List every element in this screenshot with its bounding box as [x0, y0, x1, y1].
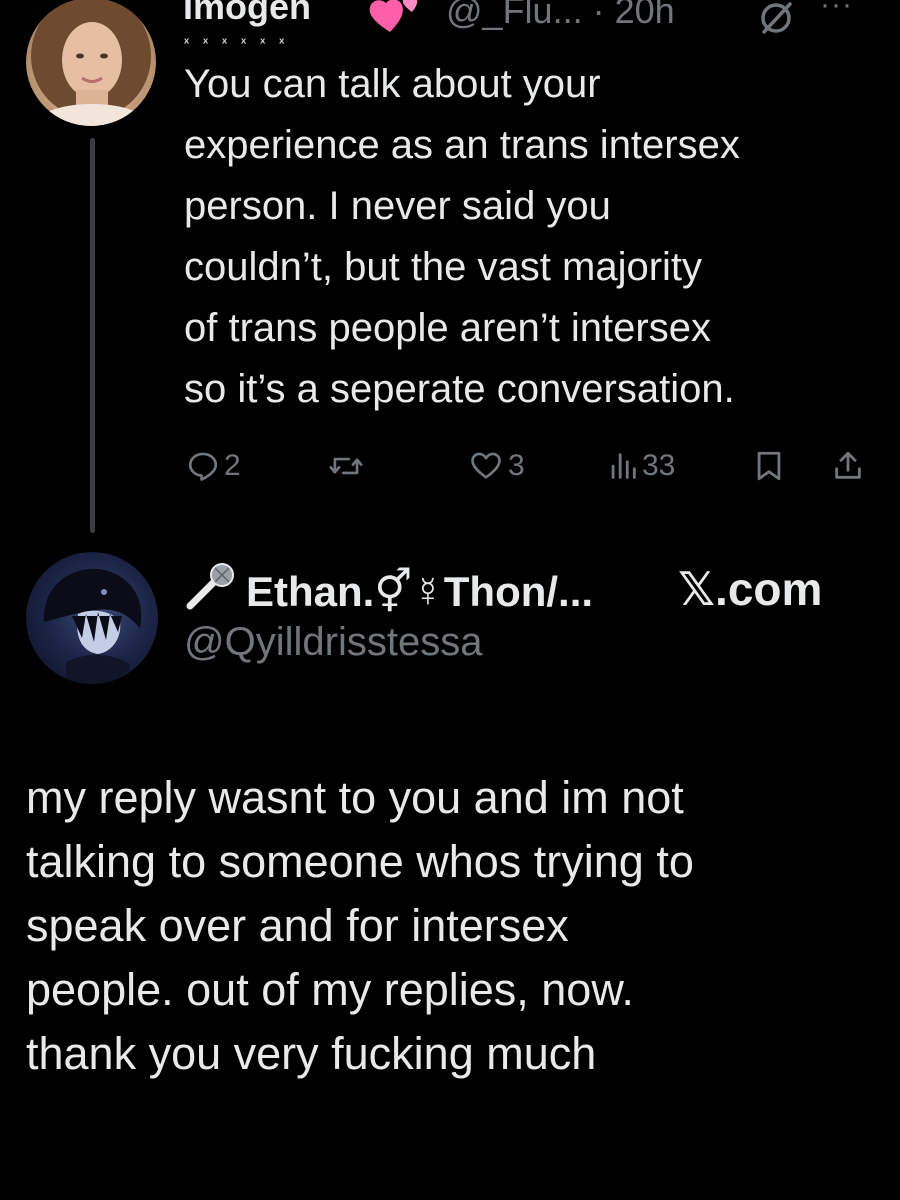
reply-count: 2 — [224, 449, 241, 482]
heart-icon — [468, 449, 504, 483]
reply-tweet-body: my reply wasnt to you and im not talking… — [26, 772, 694, 1079]
author-handle[interactable]: @Qyilldrisstessa — [184, 620, 482, 665]
thread-connector-line — [90, 138, 95, 533]
author-name[interactable]: Imogen — [183, 0, 311, 28]
tweet-body: You can talk about your experience as an… — [184, 62, 740, 411]
avatar-imogen[interactable] — [26, 0, 156, 126]
author-name-ethan[interactable]: Ethan.⚥☿Thon/... — [184, 562, 593, 620]
more-options-icon[interactable]: ··· — [820, 0, 853, 22]
pink-heart-emoji-icon — [366, 0, 426, 43]
author-name-text: Ethan.⚥☿Thon/... — [246, 567, 594, 615]
views-icon — [608, 449, 638, 483]
reply-button[interactable]: 2 — [186, 446, 241, 486]
bookmark-button[interactable] — [754, 446, 784, 486]
microphone-icon — [184, 562, 240, 620]
share-button[interactable] — [832, 446, 864, 486]
retweet-icon — [328, 449, 364, 483]
like-count: 3 — [508, 449, 525, 482]
x-com-watermark: 𝕏.com — [678, 563, 823, 615]
views-count: 33 — [642, 449, 676, 482]
like-button[interactable]: 3 — [468, 446, 525, 486]
grok-icon[interactable] — [758, 0, 794, 41]
share-icon — [832, 449, 864, 483]
retweet-button[interactable] — [328, 446, 368, 486]
views-button[interactable]: 33 — [608, 446, 675, 486]
avatar-ethan[interactable] — [26, 552, 158, 684]
reply-icon — [186, 449, 220, 483]
bookmark-icon — [754, 449, 784, 483]
handle-and-timestamp[interactable]: @_Flu... · 20h — [446, 0, 675, 32]
name-decoration: ˣ ˣ ˣ ˣ ˣ ˣ — [184, 34, 290, 50]
